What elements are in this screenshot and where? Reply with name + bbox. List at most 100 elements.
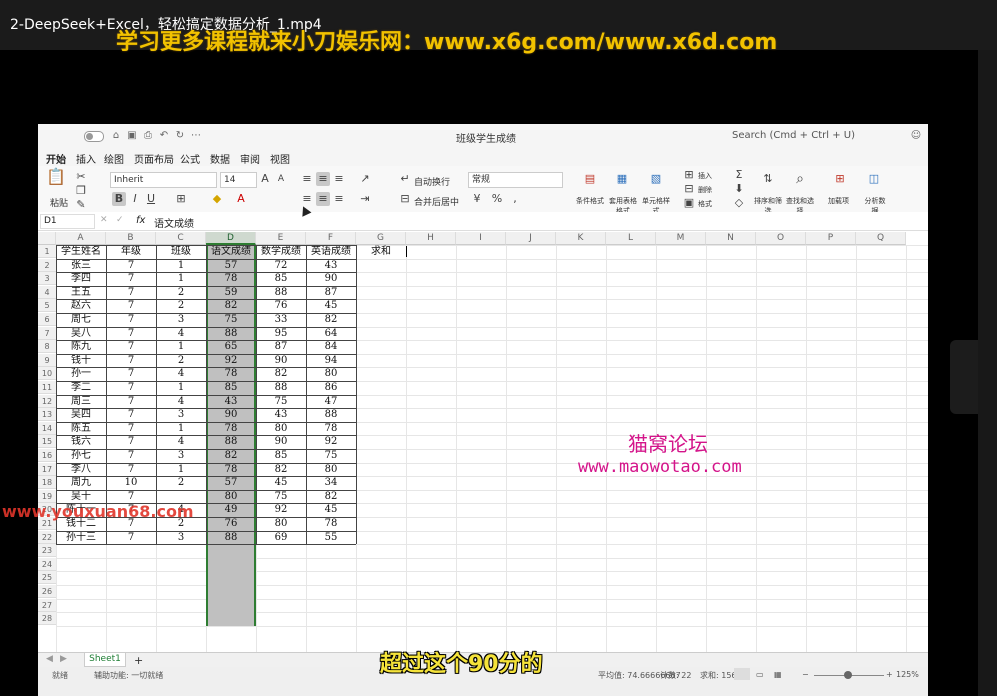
zoom-slider-thumb[interactable] bbox=[844, 671, 852, 679]
paste-icon[interactable]: 📋 bbox=[46, 169, 66, 192]
row-header-4[interactable]: 4 bbox=[38, 285, 56, 299]
tab-insert[interactable]: 插入 bbox=[76, 151, 96, 166]
data-cell[interactable]: 孙七 bbox=[56, 449, 106, 462]
data-cell[interactable]: 陈五 bbox=[56, 422, 106, 435]
conditional-format-label[interactable]: 条件格式 bbox=[576, 196, 604, 206]
data-cell[interactable]: 88 bbox=[256, 286, 306, 299]
data-cell[interactable]: 李八 bbox=[56, 463, 106, 476]
data-cell[interactable]: 92 bbox=[306, 435, 356, 448]
data-cell[interactable]: 94 bbox=[306, 354, 356, 367]
data-cell[interactable]: 80 bbox=[306, 367, 356, 380]
column-header-m[interactable]: M bbox=[656, 232, 706, 245]
data-cell[interactable]: 4 bbox=[156, 435, 206, 448]
conditional-format-icon[interactable]: ▤ bbox=[580, 172, 600, 186]
page-layout-view-icon[interactable]: ▭ bbox=[756, 670, 764, 679]
cell-g1[interactable]: 求和 bbox=[356, 245, 406, 258]
data-cell[interactable]: 孙十三 bbox=[56, 531, 106, 544]
column-header-c[interactable]: C bbox=[156, 232, 206, 245]
row-header-19[interactable]: 19 bbox=[38, 489, 56, 503]
data-cell[interactable]: 78 bbox=[206, 367, 256, 380]
insert-cells-label[interactable]: 插入 bbox=[698, 171, 712, 181]
cancel-formula-icon[interactable]: ✕ bbox=[100, 215, 108, 225]
data-cell[interactable]: 57 bbox=[206, 476, 256, 489]
account-icon[interactable]: ☺ bbox=[910, 130, 922, 142]
data-cell[interactable]: 59 bbox=[206, 286, 256, 299]
data-cell[interactable]: 7 bbox=[106, 463, 156, 476]
orientation-icon[interactable]: ↗ bbox=[358, 172, 372, 186]
data-cell[interactable]: 82 bbox=[206, 299, 256, 312]
font-name-select[interactable]: Inherit bbox=[110, 172, 217, 188]
addins-icon[interactable]: ⊞ bbox=[830, 172, 850, 186]
data-cell[interactable]: 92 bbox=[206, 354, 256, 367]
sheet-tab-sheet1[interactable]: Sheet1 bbox=[84, 653, 126, 667]
normal-view-icon[interactable] bbox=[734, 668, 750, 680]
align-right-icon[interactable]: ≡ bbox=[332, 192, 346, 206]
row-header-10[interactable]: 10 bbox=[38, 367, 56, 381]
cell-style-icon[interactable]: ▧ bbox=[646, 172, 666, 186]
data-cell[interactable]: 64 bbox=[306, 327, 356, 340]
data-cell[interactable]: 87 bbox=[256, 340, 306, 353]
data-cell[interactable]: 7 bbox=[106, 313, 156, 326]
column-header-b[interactable]: B bbox=[106, 232, 156, 245]
data-cell[interactable]: 3 bbox=[156, 313, 206, 326]
wrap-text-icon[interactable]: ↵ bbox=[398, 172, 412, 186]
data-cell[interactable]: 7 bbox=[106, 272, 156, 285]
header-cell[interactable]: 年级 bbox=[106, 245, 156, 258]
column-header-f[interactable]: F bbox=[306, 232, 356, 245]
data-cell[interactable]: 7 bbox=[106, 259, 156, 272]
insert-cells-icon[interactable]: ⊞ bbox=[682, 168, 696, 182]
row-header-25[interactable]: 25 bbox=[38, 571, 56, 585]
align-middle-icon[interactable]: ≡ bbox=[316, 172, 330, 186]
data-cell[interactable]: 78 bbox=[306, 517, 356, 530]
column-header-e[interactable]: E bbox=[256, 232, 306, 245]
data-cell[interactable]: 3 bbox=[156, 408, 206, 421]
add-sheet-icon[interactable]: + bbox=[134, 654, 143, 667]
format-cells-label[interactable]: 格式 bbox=[698, 199, 712, 209]
data-cell[interactable]: 张三 bbox=[56, 259, 106, 272]
row-header-24[interactable]: 24 bbox=[38, 557, 56, 571]
data-cell[interactable]: 75 bbox=[306, 449, 356, 462]
data-cell[interactable]: 82 bbox=[306, 313, 356, 326]
format-painter-icon[interactable]: ✎ bbox=[74, 198, 88, 212]
data-cell[interactable]: 85 bbox=[256, 449, 306, 462]
data-cell[interactable]: 周三 bbox=[56, 395, 106, 408]
column-header-h[interactable]: H bbox=[406, 232, 456, 245]
data-cell[interactable]: 周九 bbox=[56, 476, 106, 489]
data-cell[interactable]: 90 bbox=[206, 408, 256, 421]
undo-icon[interactable]: ↶ bbox=[158, 130, 170, 142]
data-cell[interactable]: 88 bbox=[206, 327, 256, 340]
row-header-27[interactable]: 27 bbox=[38, 598, 56, 612]
data-cell[interactable]: 7 bbox=[106, 381, 156, 394]
tab-draw[interactable]: 绘图 bbox=[104, 151, 124, 166]
data-cell[interactable]: 57 bbox=[206, 259, 256, 272]
format-cells-icon[interactable]: ▣ bbox=[682, 196, 696, 210]
column-header-a[interactable]: A bbox=[56, 232, 106, 245]
data-cell[interactable]: 80 bbox=[306, 463, 356, 476]
data-cell[interactable]: 78 bbox=[306, 422, 356, 435]
prev-sheet-icon[interactable]: ◀ bbox=[46, 654, 53, 664]
data-cell[interactable]: 55 bbox=[306, 531, 356, 544]
row-header-26[interactable]: 26 bbox=[38, 585, 56, 598]
fx-icon[interactable]: fx bbox=[136, 215, 145, 226]
data-cell[interactable]: 7 bbox=[106, 367, 156, 380]
data-cell[interactable]: 3 bbox=[156, 531, 206, 544]
column-header-j[interactable]: J bbox=[506, 232, 556, 245]
data-cell[interactable]: 1 bbox=[156, 340, 206, 353]
data-cell[interactable]: 陈九 bbox=[56, 340, 106, 353]
data-cell[interactable]: 72 bbox=[256, 259, 306, 272]
merge-icon[interactable]: ⊟ bbox=[398, 192, 412, 206]
data-cell[interactable]: 45 bbox=[306, 299, 356, 312]
row-header-16[interactable]: 16 bbox=[38, 449, 56, 462]
row-header-1[interactable]: 1 bbox=[38, 245, 56, 258]
row-header-17[interactable]: 17 bbox=[38, 462, 56, 476]
column-header-i[interactable]: I bbox=[456, 232, 506, 245]
delete-cells-icon[interactable]: ⊟ bbox=[682, 182, 696, 196]
data-cell[interactable]: 李四 bbox=[56, 272, 106, 285]
wrap-text-label[interactable]: 自动换行 bbox=[414, 175, 450, 188]
column-header-g[interactable]: G bbox=[356, 232, 406, 245]
data-cell[interactable]: 1 bbox=[156, 381, 206, 394]
select-all-corner[interactable] bbox=[38, 232, 56, 245]
data-cell[interactable]: 4 bbox=[156, 367, 206, 380]
confirm-formula-icon[interactable]: ✓ bbox=[116, 215, 124, 225]
data-cell[interactable]: 43 bbox=[256, 408, 306, 421]
